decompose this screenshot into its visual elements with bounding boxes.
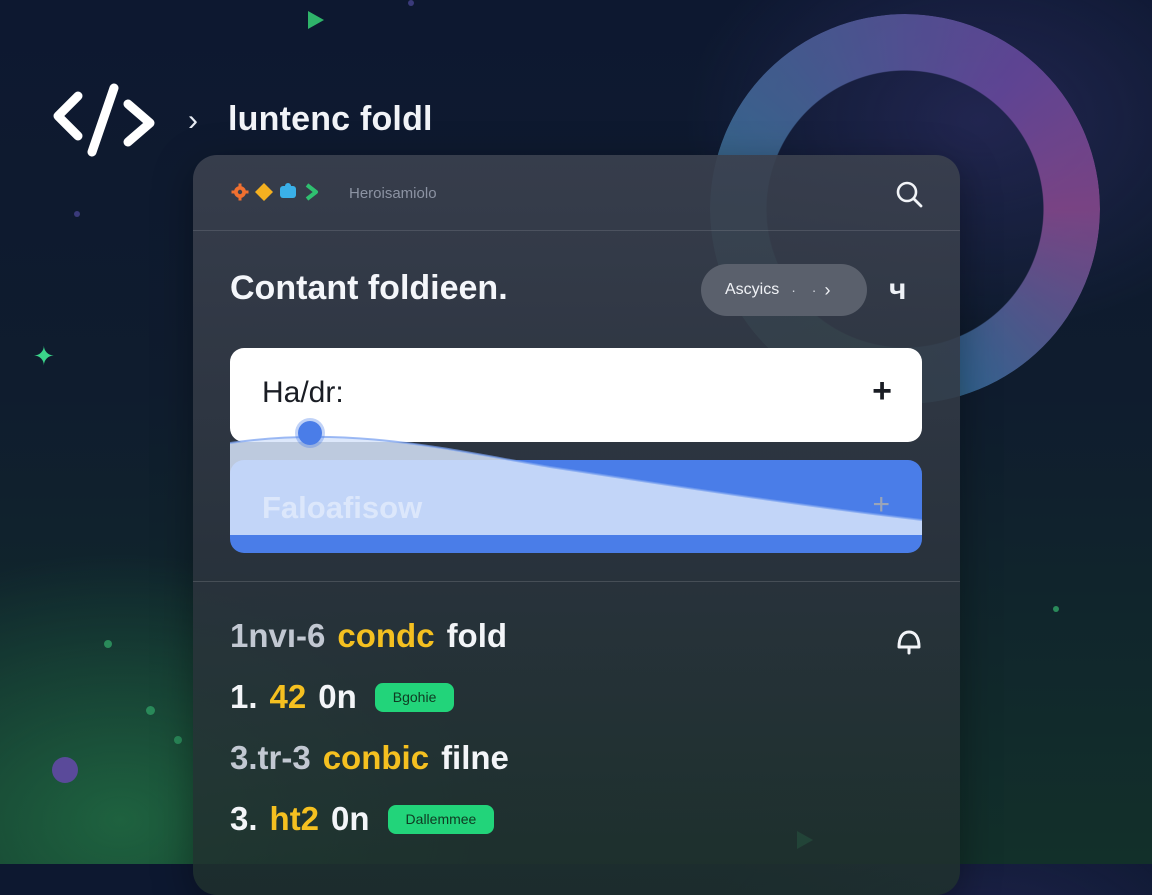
selected-card-label: Faloafisow xyxy=(262,490,423,525)
list-item[interactable]: 3.tr-3 conbic filne xyxy=(230,739,509,777)
list-item-prefix: 3.tr-3 xyxy=(230,739,311,776)
slider-handle[interactable] xyxy=(298,421,322,445)
brand-icon-group xyxy=(231,183,321,201)
purple-dot-deco xyxy=(74,211,80,217)
add-icon[interactable]: + xyxy=(872,372,892,411)
cyan-puzzle-icon xyxy=(280,183,296,198)
search-icon[interactable] xyxy=(894,179,924,209)
list-item-prefix: 3. xyxy=(230,800,258,837)
input-card[interactable]: Ha/dr: + xyxy=(230,348,922,442)
list-item[interactable]: 1. 42 0n Bgohie xyxy=(230,678,455,716)
bell-icon[interactable] xyxy=(893,625,925,657)
pill-label: Ascyics xyxy=(725,281,780,298)
list-item-highlight: condc xyxy=(337,617,435,654)
orange-gear-icon xyxy=(231,183,249,201)
section-title: Contant foldieen. xyxy=(230,269,508,307)
filter-pill-button[interactable]: Ascyics · · › xyxy=(701,264,867,316)
sparkle-deco-icon: ✦ xyxy=(33,341,55,371)
add-icon[interactable]: + xyxy=(872,488,890,522)
chevron-right-icon: › xyxy=(824,279,831,300)
yellow-diamond-icon xyxy=(255,183,273,201)
green-dot-deco xyxy=(146,706,155,715)
list-item-suffix: 0n xyxy=(318,678,357,715)
green-dot-deco xyxy=(1053,606,1059,612)
side-action-glyph[interactable]: ч xyxy=(889,273,906,307)
list-item-suffix: filne xyxy=(441,739,509,776)
play-triangle-deco-icon xyxy=(308,11,324,29)
list-item-highlight: conbic xyxy=(322,739,430,776)
list-item-highlight: 42 xyxy=(269,678,307,715)
panel-header: Heroisamiolo xyxy=(193,155,960,231)
purple-dot-deco xyxy=(52,757,78,783)
list-item-highlight: ht2 xyxy=(269,800,320,837)
list-item-suffix: 0n xyxy=(331,800,370,837)
status-badge: Bgohie xyxy=(374,682,455,712)
list-item-suffix: fold xyxy=(446,617,508,654)
purple-dot-deco xyxy=(408,0,414,6)
green-chevron-icon xyxy=(305,183,318,201)
section-divider xyxy=(193,581,960,582)
code-brackets-logo-icon xyxy=(53,83,155,157)
green-dot-deco xyxy=(104,640,112,648)
breadcrumb-title[interactable]: luntenc foldl xyxy=(228,100,433,139)
input-card-label: Ha/dr: xyxy=(262,376,344,409)
list-item[interactable]: 3. ht2 0n Dallemmee xyxy=(230,800,495,838)
breadcrumb-chevron-icon: › xyxy=(188,104,198,137)
status-badge: Dallemmee xyxy=(387,804,495,834)
list-item-prefix: 1nvı-6 xyxy=(230,617,326,654)
list-item-prefix: 1. xyxy=(230,678,258,715)
content-panel: Heroisamiolo Contant foldieen. Ascyics ·… xyxy=(193,155,960,895)
selected-card[interactable]: Faloafisow + xyxy=(230,460,922,553)
brand-name: Heroisamiolo xyxy=(349,185,437,202)
list-item[interactable]: 1nvı-6 condc fold xyxy=(230,617,507,655)
pill-dots: · · xyxy=(791,282,823,298)
green-dot-deco xyxy=(174,736,182,744)
